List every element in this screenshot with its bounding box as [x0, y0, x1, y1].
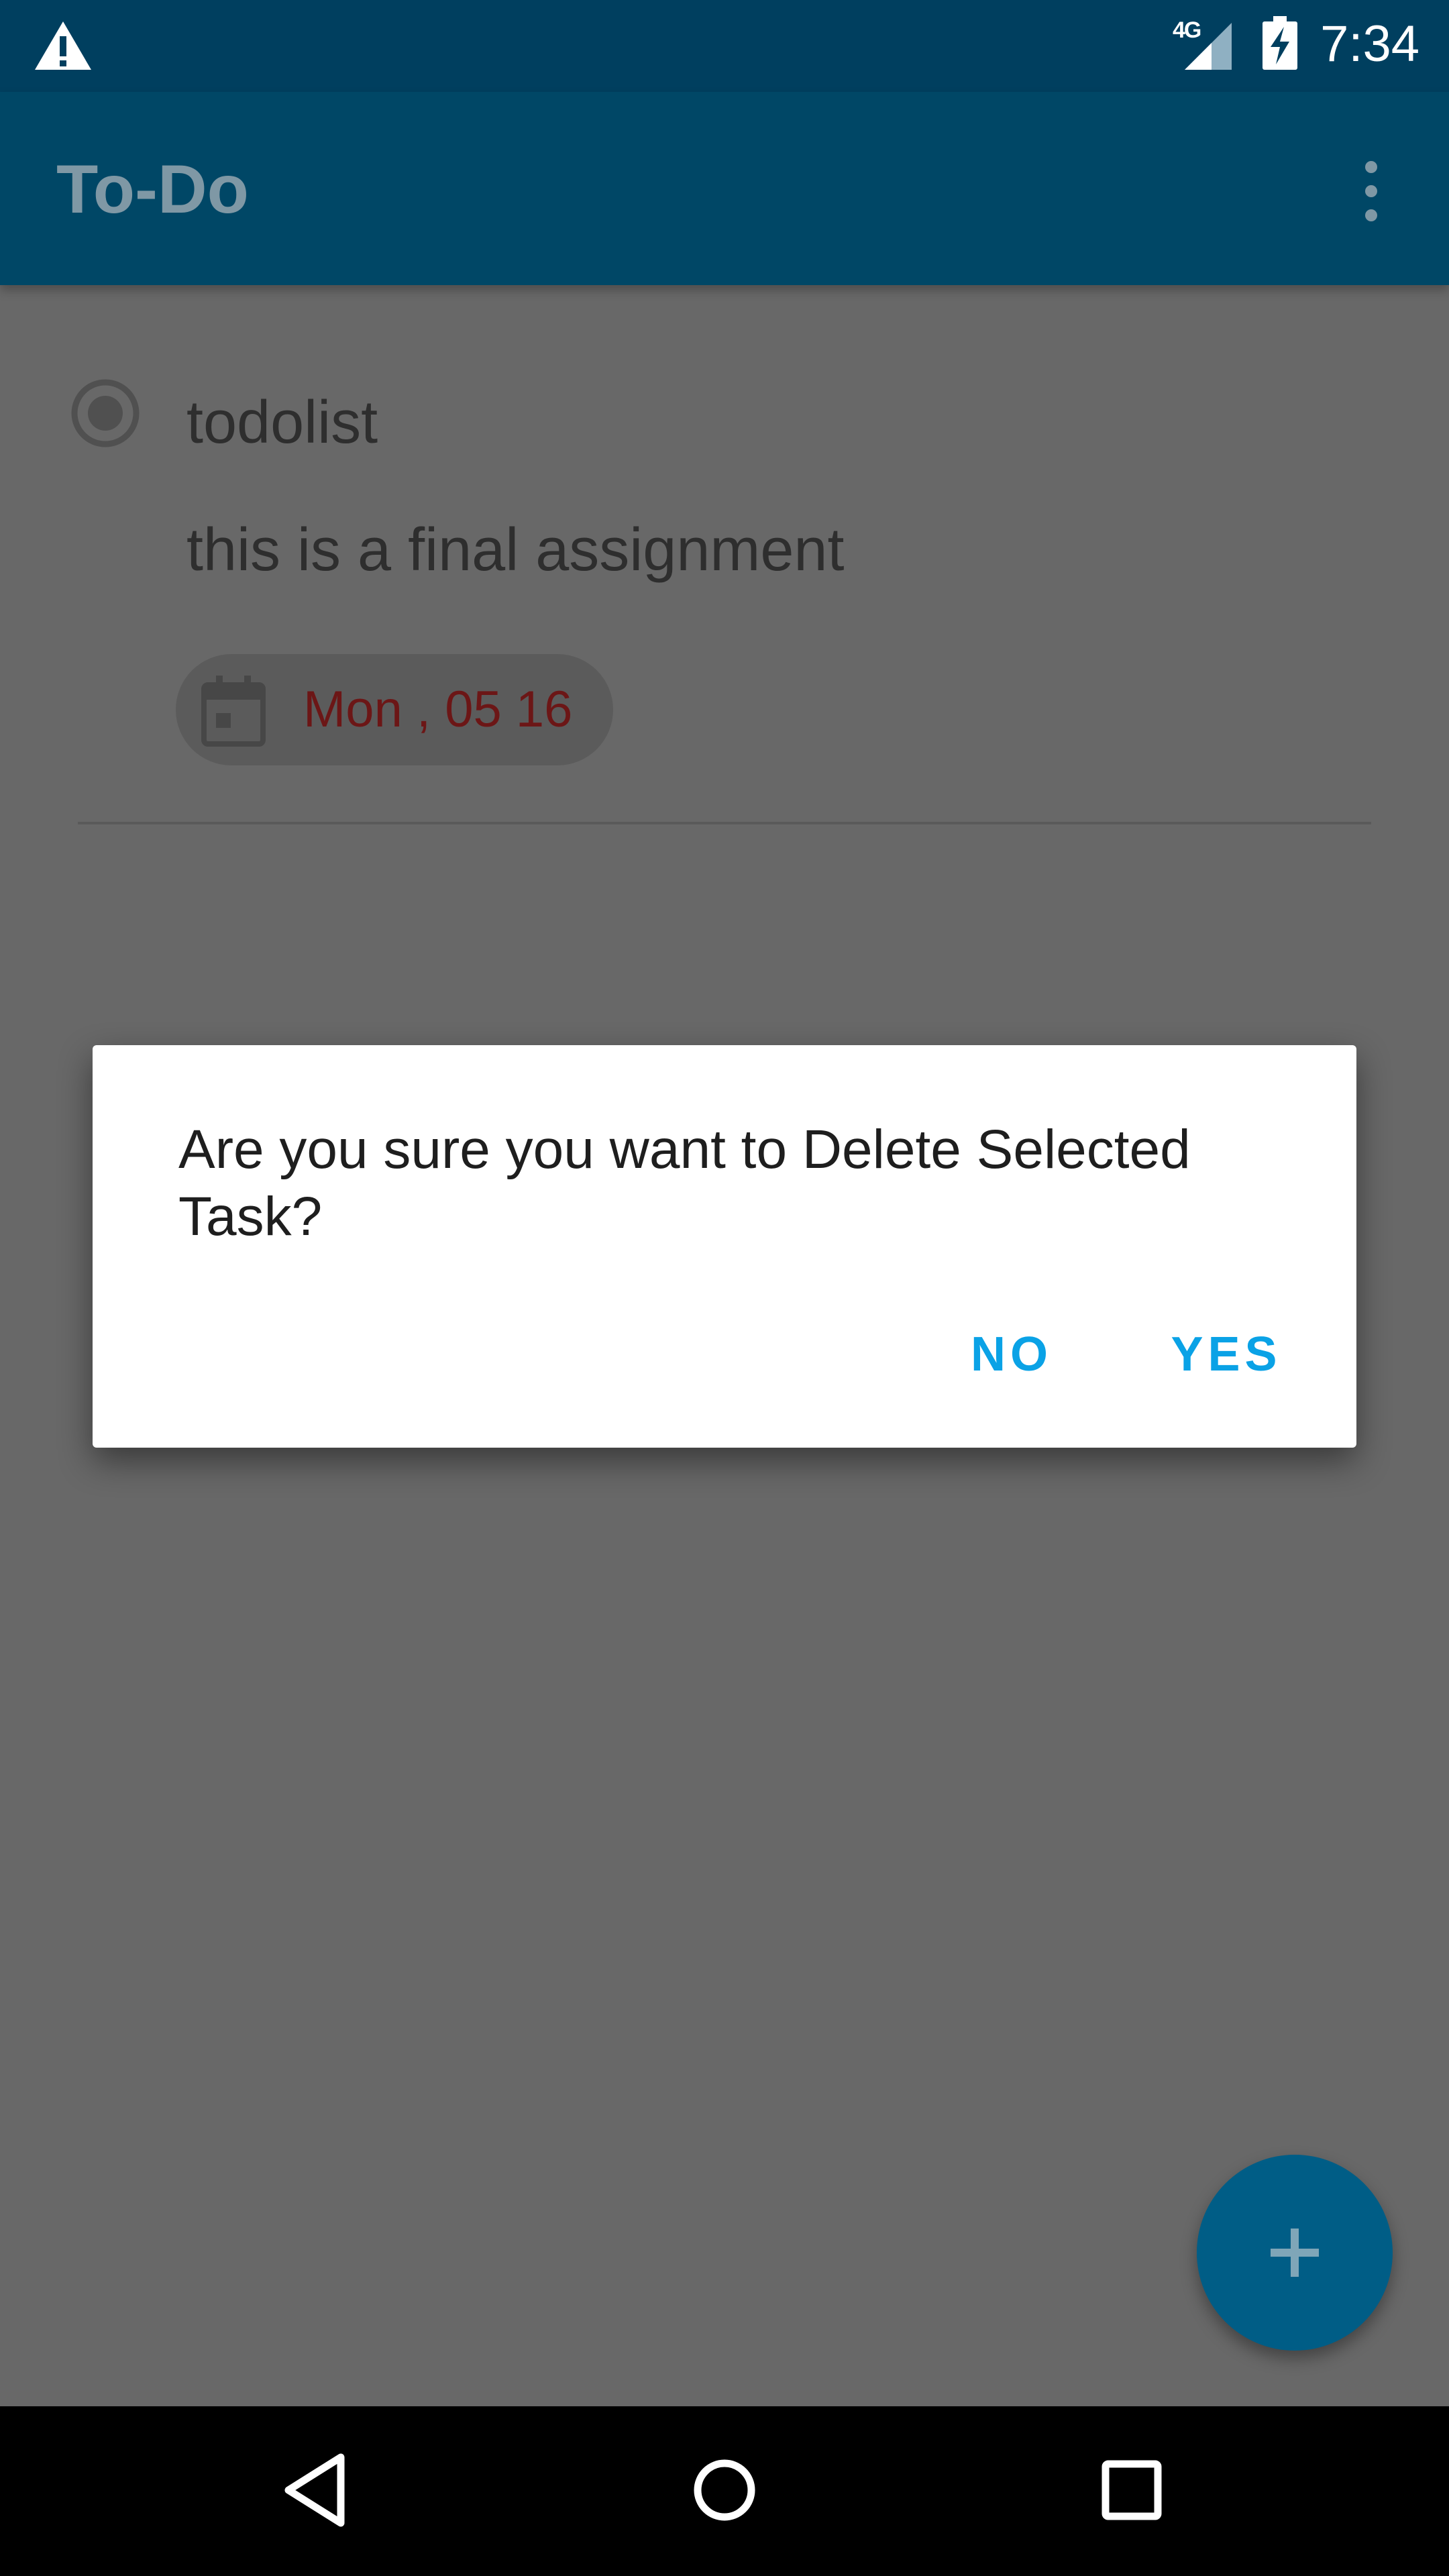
status-bar: 4G 7:34 [0, 0, 1449, 92]
task-date-chip[interactable]: Mon , 05 16 [176, 654, 613, 765]
plus-icon [1271, 2229, 1319, 2277]
yes-button[interactable]: YES [1139, 1311, 1313, 1398]
more-vert-icon[interactable] [1355, 158, 1387, 225]
dialog-message: Are you sure you want to Delete Selected… [178, 1119, 1191, 1247]
task-date-label: Mon , 05 16 [303, 681, 573, 738]
calendar-icon [201, 676, 266, 747]
radio-selected-icon[interactable] [68, 376, 142, 450]
add-task-button[interactable] [1197, 2155, 1393, 2351]
system-navigation-bar [0, 2406, 1449, 2576]
task-description: this is a final assignment [186, 517, 845, 584]
warning-icon [35, 21, 91, 70]
back-icon[interactable] [274, 2447, 361, 2534]
app-title: To-Do [56, 151, 249, 227]
home-icon[interactable] [681, 2447, 768, 2534]
no-button[interactable]: NO [924, 1311, 1099, 1398]
battery-charging-icon [1263, 16, 1297, 70]
task-list-item[interactable]: todolist this is a final assignment Mon … [0, 285, 1449, 825]
recent-apps-icon[interactable] [1088, 2447, 1175, 2534]
signal-icon [1185, 23, 1232, 70]
app-bar: To-Do [0, 92, 1449, 285]
task-title: todolist [186, 389, 378, 456]
delete-confirm-dialog: Are you sure you want to Delete Selected… [93, 1045, 1356, 1448]
status-clock: 7:34 [1320, 15, 1419, 72]
list-divider [78, 822, 1371, 824]
